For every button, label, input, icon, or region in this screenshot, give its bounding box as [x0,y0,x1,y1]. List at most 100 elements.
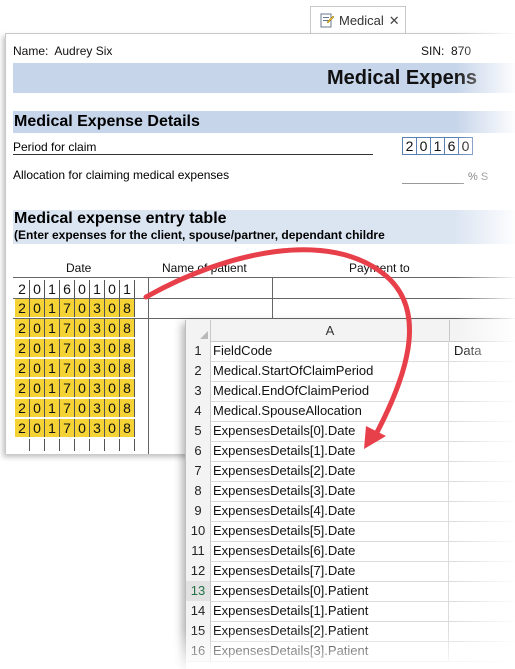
cell-b[interactable] [450,361,515,381]
date-field-row-3[interactable]: 20170308 [15,319,135,337]
cell-a[interactable]: ExpensesDetails[0].Date [211,421,449,441]
digit: 1 [45,319,60,337]
tab-medical[interactable]: Medical ✕ [310,6,406,34]
cell-a[interactable]: ExpensesDetails[1].Date [211,441,449,461]
digit: 7 [60,359,75,377]
document-icon [319,13,335,29]
digit: 0 [105,379,120,397]
row-number[interactable]: 10 [186,521,211,541]
cell-b[interactable] [450,641,515,661]
tab-label: Medical [339,13,384,28]
row-number[interactable]: 15 [186,621,211,641]
date-field-row-8[interactable]: 20170308 [15,419,135,437]
row-number[interactable]: 6 [186,441,211,461]
cell-b[interactable] [450,481,515,501]
row-number[interactable]: 13 [186,581,211,601]
row-number[interactable]: 8 [186,481,211,501]
col-patient: Name of patient [162,261,247,275]
row-number[interactable]: 9 [186,501,211,521]
digit [120,439,135,451]
digit [90,439,105,451]
row-number[interactable]: 5 [186,421,211,441]
digit: 0 [105,359,120,377]
digit: 0 [75,419,90,437]
cell-b[interactable] [450,421,515,441]
digit: 0 [30,419,45,437]
table-row: 1 FieldCode Data [186,341,515,362]
digit [15,439,30,451]
table-divider [272,277,273,319]
cell-a[interactable]: ExpensesDetails[3].Patient [211,641,449,661]
date-field-row-7[interactable]: 20170308 [15,399,135,417]
cell-b[interactable] [450,581,515,601]
digit: 1 [431,137,445,155]
period-label: Period for claim [13,140,97,154]
date-field-row-9[interactable] [15,439,135,451]
cell-a[interactable]: ExpensesDetails[0].Patient [211,581,449,601]
cell-b[interactable] [450,461,515,481]
select-all-corner[interactable] [186,320,211,341]
digit: 8 [120,299,135,317]
cell-a[interactable]: ExpensesDetails[3].Date [211,481,449,501]
cell-a[interactable]: Medical.SpouseAllocation [211,401,449,421]
cell-a[interactable]: FieldCode [211,341,449,361]
row-number[interactable]: 11 [186,541,211,561]
table-row: 13 ExpensesDetails[0].Patient [186,581,515,602]
table-row: 16 ExpensesDetails[3].Patient [186,641,515,662]
cell-b[interactable] [450,561,515,581]
digit: 1 [45,280,60,298]
digit: 3 [90,339,105,357]
digit: 3 [90,299,105,317]
cell-b[interactable] [450,521,515,541]
cell-a[interactable]: ExpensesDetails[2].Date [211,461,449,481]
row-number[interactable]: 3 [186,381,211,401]
period-start-field[interactable]: 2 0 1 6 0 [402,137,473,155]
cell-b[interactable] [450,601,515,621]
digit: 0 [30,339,45,357]
allocation-label: Allocation for claiming medical expenses [13,168,230,182]
row-number[interactable]: 16 [186,641,211,661]
cell-a[interactable]: Medical.StartOfClaimPeriod [211,361,449,381]
cell-a[interactable]: ExpensesDetails[6].Date [211,541,449,561]
cell-b[interactable] [450,381,515,401]
date-field-row-4[interactable]: 20170308 [15,339,135,357]
date-field-row-1[interactable]: 2 0 1 6 0 1 0 1 [15,280,135,298]
digit: 0 [30,299,45,317]
date-field-row-5[interactable]: 20170308 [15,359,135,377]
cell-a[interactable]: ExpensesDetails[4].Date [211,501,449,521]
cell-b[interactable] [450,441,515,461]
cell-a[interactable]: Medical.EndOfClaimPeriod [211,381,449,401]
digit: 0 [417,137,431,155]
cell-a[interactable]: ExpensesDetails[1].Patient [211,601,449,621]
table-row: 7 ExpensesDetails[2].Date [186,461,515,482]
cell-b[interactable] [450,401,515,421]
table-divider [148,277,149,454]
col-payment: Payment to [349,261,410,275]
column-header-b[interactable] [450,320,515,341]
column-header-a[interactable]: A [211,320,450,341]
row-number[interactable]: 12 [186,561,211,581]
cell-b[interactable] [450,541,515,561]
row-number[interactable]: 7 [186,461,211,481]
cell-a[interactable]: ExpensesDetails[7].Date [211,561,449,581]
row-number[interactable]: 4 [186,401,211,421]
row-number[interactable]: 1 [186,341,211,361]
digit: 3 [90,319,105,337]
row-number[interactable]: 2 [186,361,211,381]
digit: 7 [60,399,75,417]
date-field-row-2[interactable]: 20170308 [15,299,135,317]
close-icon[interactable]: ✕ [389,13,400,29]
cell-b[interactable]: Data [450,341,515,361]
digit: 0 [459,137,473,155]
date-field-row-6[interactable]: 20170308 [15,379,135,397]
cell-a[interactable]: ExpensesDetails[2].Patient [211,621,449,641]
name-label: Name: [13,44,49,58]
digit: 1 [90,280,105,298]
cell-b[interactable] [450,621,515,641]
cell-b[interactable] [450,501,515,521]
cell-a[interactable]: ExpensesDetails[5].Date [211,521,449,541]
table-row: 5 ExpensesDetails[0].Date [186,421,515,442]
digit: 0 [30,399,45,417]
row-number[interactable]: 14 [186,601,211,621]
allocation-input[interactable] [402,169,464,184]
